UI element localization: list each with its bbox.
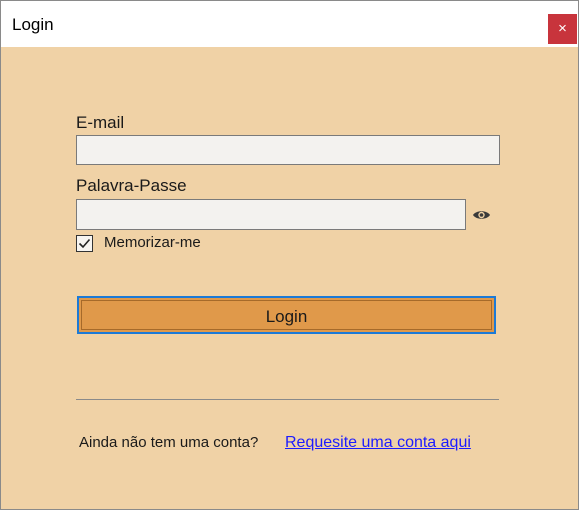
no-account-text: Ainda não tem uma conta? bbox=[79, 434, 259, 451]
email-field[interactable] bbox=[76, 135, 500, 165]
eye-icon bbox=[473, 211, 490, 219]
close-button[interactable]: × bbox=[548, 14, 577, 44]
window-title: Login bbox=[12, 15, 54, 34]
title-bar: Login × bbox=[1, 1, 578, 47]
show-password-button[interactable] bbox=[472, 208, 491, 222]
password-field[interactable] bbox=[76, 199, 466, 230]
request-account-link[interactable]: Requesite uma conta aqui bbox=[285, 434, 471, 452]
close-icon: × bbox=[558, 20, 567, 37]
checkmark-icon bbox=[78, 238, 91, 249]
password-label: Palavra-Passe bbox=[76, 176, 187, 195]
divider bbox=[76, 399, 499, 400]
login-form: E-mail Palavra-Passe Memorizar-me Login bbox=[1, 47, 578, 509]
email-label: E-mail bbox=[76, 113, 125, 132]
login-window: Login × E-mail Palavra-Passe Memorizar-m… bbox=[0, 0, 579, 510]
login-button[interactable]: Login bbox=[77, 296, 496, 334]
login-button-label: Login bbox=[265, 307, 308, 326]
remember-me-label: Memorizar-me bbox=[104, 234, 201, 251]
remember-me-checkbox[interactable] bbox=[76, 235, 93, 252]
